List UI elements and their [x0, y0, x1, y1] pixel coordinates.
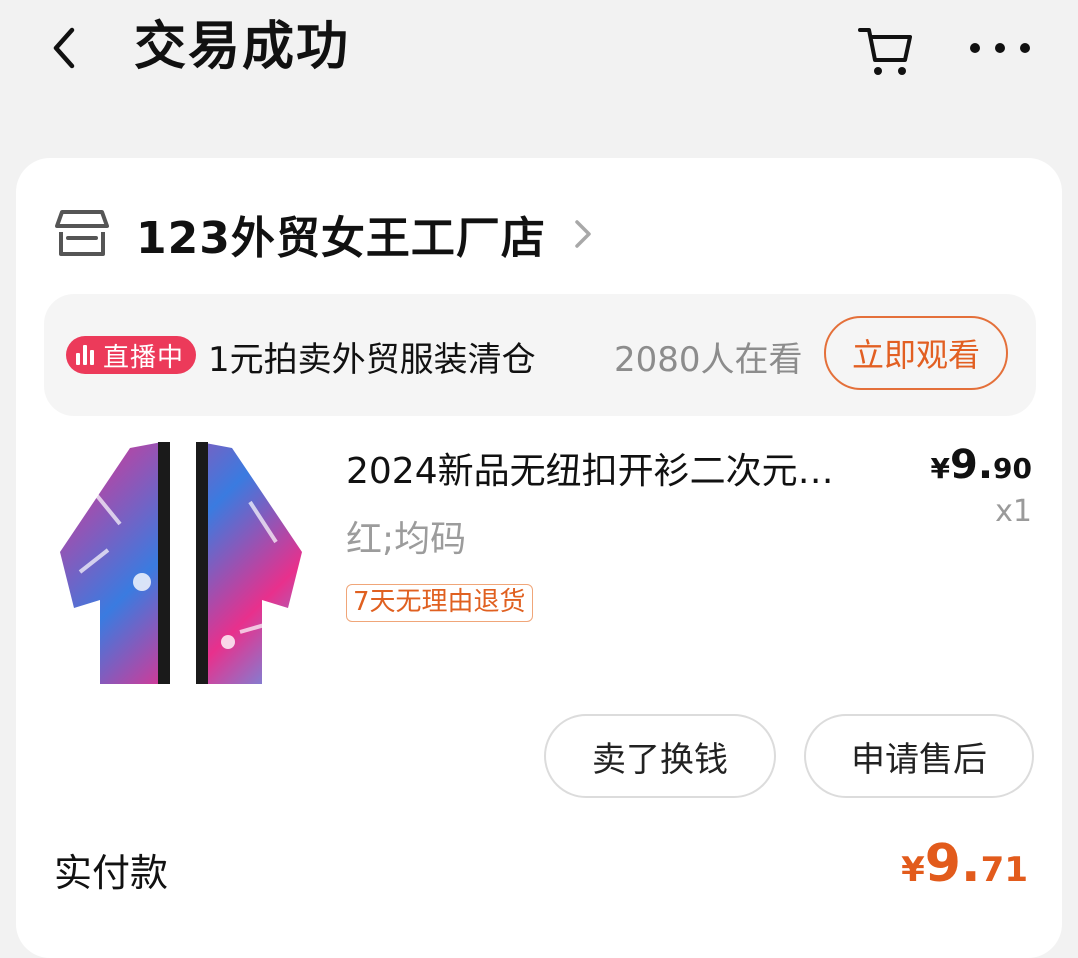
viewer-count: 2080人在看	[614, 340, 803, 380]
product-sku: 红;均码	[346, 519, 467, 560]
price-currency-symbol: ¥	[930, 452, 950, 485]
price-integer: 9.	[950, 442, 994, 488]
sell-for-cash-button[interactable]: 卖了换钱	[544, 714, 776, 798]
more-dot-icon	[970, 43, 980, 53]
paid-currency-symbol: ¥	[901, 850, 925, 890]
paid-integer: 9.	[924, 834, 981, 894]
watch-now-button[interactable]: 立即观看	[824, 316, 1008, 390]
more-dot-icon	[1020, 43, 1030, 53]
live-title: 1元拍卖外贸服装清仓	[208, 340, 536, 380]
back-button[interactable]	[42, 24, 86, 72]
shop-header[interactable]: 123外贸女王工厂店	[54, 202, 594, 266]
live-badge: 直播中	[66, 336, 197, 374]
shop-name: 123外贸女王工厂店	[136, 213, 546, 264]
kimono-jacket-image	[60, 442, 302, 684]
more-dot-icon	[995, 43, 1005, 53]
order-card: 123外贸女王工厂店 直播中 1元拍卖外贸服装清仓 2080人在看 立即观看 2…	[16, 158, 1062, 958]
paid-amount-label: 实付款	[54, 851, 169, 895]
live-bars-icon	[76, 345, 97, 365]
store-icon	[55, 210, 109, 256]
product-price: ¥9.90	[931, 442, 1032, 488]
more-options-button[interactable]	[970, 26, 1030, 70]
price-decimal: 90	[993, 452, 1032, 485]
after-sales-button[interactable]: 申请售后	[804, 714, 1034, 798]
return-policy-tag: 7天无理由退货	[346, 584, 533, 622]
live-stream-banner[interactable]: 直播中 1元拍卖外贸服装清仓 2080人在看 立即观看	[44, 294, 1036, 416]
page-title: 交易成功	[134, 17, 351, 77]
shopping-cart-icon	[858, 28, 912, 75]
chevron-right-icon	[575, 220, 591, 248]
paid-amount: ¥9.71	[901, 834, 1028, 894]
paid-decimal: 71	[980, 850, 1028, 890]
product-title[interactable]: 2024新品无纽扣开衫二次元…	[346, 442, 886, 494]
live-badge-label: 直播中	[103, 342, 185, 373]
top-navigation-bar: 交易成功	[0, 0, 1078, 100]
product-quantity: x1	[995, 494, 1032, 529]
product-image[interactable]	[50, 432, 312, 694]
cart-button[interactable]	[856, 20, 916, 80]
chevron-left-icon	[53, 27, 75, 69]
